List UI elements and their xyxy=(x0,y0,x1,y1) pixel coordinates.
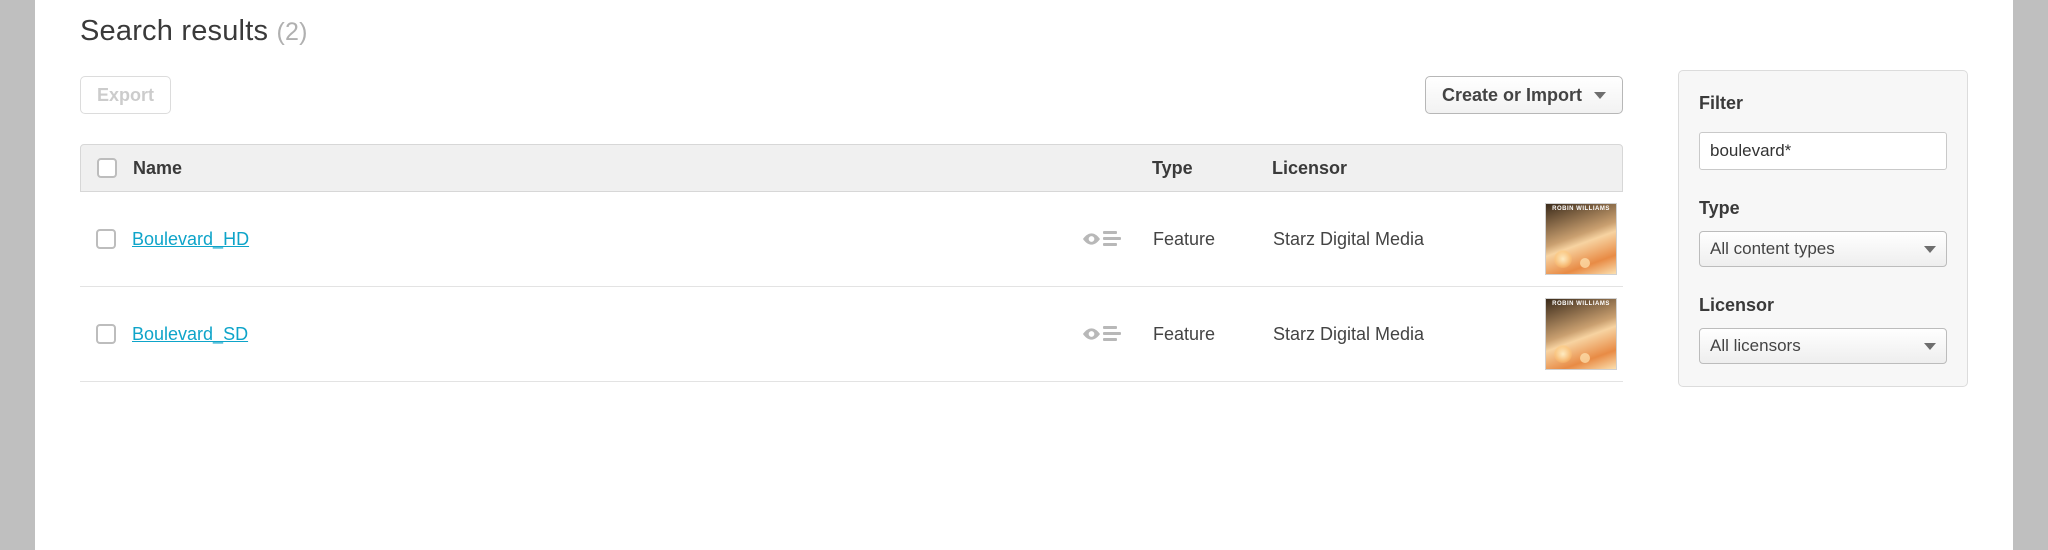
filter-licensor-label: Licensor xyxy=(1699,295,1947,316)
filter-licensor-value: All licensors xyxy=(1710,336,1801,356)
column-header-type[interactable]: Type xyxy=(1152,158,1272,179)
item-licensor: Starz Digital Media xyxy=(1273,324,1533,345)
chevron-down-icon xyxy=(1924,246,1936,253)
item-licensor: Starz Digital Media xyxy=(1273,229,1533,250)
row-checkbox[interactable] xyxy=(96,324,116,344)
visibility-icon[interactable] xyxy=(1083,231,1121,246)
select-all-checkbox[interactable] xyxy=(97,158,117,178)
item-type: Feature xyxy=(1153,229,1273,250)
table-row: Boulevard_SD Feature Starz Digital Media xyxy=(80,287,1623,382)
create-or-import-label: Create or Import xyxy=(1442,85,1582,106)
filter-licensor-select[interactable]: All licensors xyxy=(1699,328,1947,364)
item-thumbnail[interactable] xyxy=(1545,203,1617,275)
column-header-name[interactable]: Name xyxy=(133,158,1082,179)
toolbar: Export Create or Import xyxy=(80,76,1623,114)
item-type: Feature xyxy=(1153,324,1273,345)
page-title-text: Search results xyxy=(80,15,268,47)
chevron-down-icon xyxy=(1594,92,1606,99)
row-checkbox[interactable] xyxy=(96,229,116,249)
export-button: Export xyxy=(80,76,171,114)
chevron-down-icon xyxy=(1924,343,1936,350)
column-header-licensor[interactable]: Licensor xyxy=(1272,158,1532,179)
export-button-label: Export xyxy=(97,85,154,106)
filter-type-label: Type xyxy=(1699,198,1947,219)
create-or-import-button[interactable]: Create or Import xyxy=(1425,76,1623,114)
item-name-link[interactable]: Boulevard_HD xyxy=(132,229,249,249)
item-thumbnail[interactable] xyxy=(1545,298,1617,370)
filter-type-select[interactable]: All content types xyxy=(1699,231,1947,267)
filter-search-input[interactable] xyxy=(1699,132,1947,170)
filter-panel: Filter Type All content types Licensor A… xyxy=(1678,70,1968,387)
page-title: Search results (2) xyxy=(80,15,1623,48)
item-name-link[interactable]: Boulevard_SD xyxy=(132,324,248,344)
result-count: (2) xyxy=(276,18,307,46)
filter-type-value: All content types xyxy=(1710,239,1835,259)
visibility-icon[interactable] xyxy=(1083,326,1121,341)
table-row: Boulevard_HD Feature Starz Digital Media xyxy=(80,192,1623,287)
table-header: Name Type Licensor xyxy=(80,144,1623,192)
filter-heading: Filter xyxy=(1699,93,1947,114)
